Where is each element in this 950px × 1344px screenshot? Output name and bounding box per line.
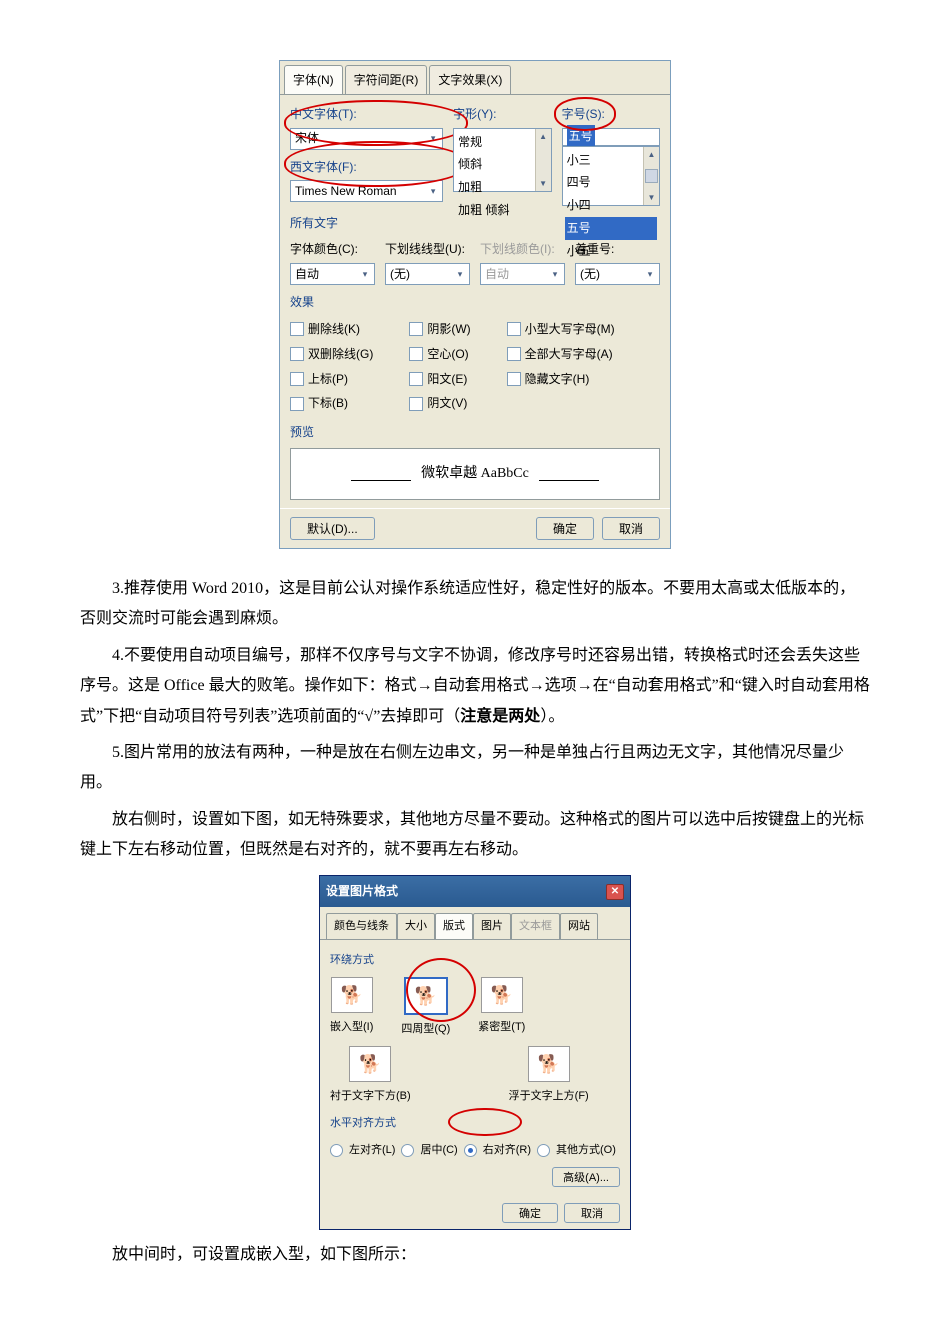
size-item[interactable]: 小五 xyxy=(565,240,657,263)
tab-web[interactable]: 网站 xyxy=(560,913,598,939)
cn-font-combo[interactable]: 宋体 ▾ xyxy=(290,128,443,150)
tab-color[interactable]: 颜色与线条 xyxy=(326,913,397,939)
cancel-button[interactable]: 取消 xyxy=(564,1203,620,1223)
radio-left[interactable] xyxy=(330,1144,343,1157)
label-font-color: 字体颜色(C): xyxy=(290,238,375,261)
wrap-tight-icon: 🐕 xyxy=(481,977,523,1013)
label-style: 字形(Y): xyxy=(453,103,551,126)
advanced-button[interactable]: 高级(A)... xyxy=(552,1167,620,1187)
dialog-title: 设置图片格式 xyxy=(326,880,398,903)
underline-combo[interactable]: (无) ▾ xyxy=(385,263,470,285)
en-font-combo[interactable]: Times New Roman ▾ xyxy=(290,180,443,202)
cancel-button[interactable]: 取消 xyxy=(602,517,660,540)
check-outline[interactable]: 空心(O) xyxy=(409,343,470,366)
chevron-down-icon: ▾ xyxy=(426,184,440,198)
wrap-behind-icon: 🐕 xyxy=(349,1046,391,1082)
check-shadow[interactable]: 阴影(W) xyxy=(409,318,470,341)
radio-right[interactable] xyxy=(464,1144,477,1157)
section-preview-title: 预览 xyxy=(290,421,660,444)
tab-font[interactable]: 字体(N) xyxy=(284,65,343,95)
chevron-down-icon: ▾ xyxy=(426,132,440,146)
label-underline: 下划线线型(U): xyxy=(385,238,470,261)
label-cn-font: 中文字体(T): xyxy=(290,103,443,126)
size-selected: 五号 xyxy=(567,125,595,148)
paragraph-5: 5.图片常用的放法有两种，一种是放在右侧左边串文，另一种是单独占行且两边无文字，… xyxy=(80,738,870,799)
scroll-thumb[interactable] xyxy=(645,169,658,183)
cn-font-value: 宋体 xyxy=(295,127,319,150)
wrap-behind[interactable]: 🐕 衬于文字下方(B) xyxy=(330,1046,411,1107)
scroll-up-icon[interactable]: ▲ xyxy=(644,147,659,162)
underline-value: (无) xyxy=(390,263,410,286)
check-allcaps[interactable]: 全部大写字母(A) xyxy=(507,343,615,366)
wrap-inline[interactable]: 🐕 嵌入型(I) xyxy=(330,977,373,1040)
chevron-down-icon: ▾ xyxy=(453,267,467,281)
pic-dialog-tabs: 颜色与线条 大小 版式 图片 文本框 网站 xyxy=(320,907,630,939)
check-hidden[interactable]: 隐藏文字(H) xyxy=(507,368,615,391)
check-engrave[interactable]: 阴文(V) xyxy=(409,392,470,415)
font-dialog-tabs: 字体(N) 字符间距(R) 文字效果(X) xyxy=(280,61,670,95)
check-sub[interactable]: 下标(B) xyxy=(290,392,373,415)
underline-color-value: 自动 xyxy=(485,263,509,286)
tab-layout[interactable]: 版式 xyxy=(435,913,473,939)
style-listbox[interactable]: 常规 倾斜 加粗 加粗 倾斜 ▲ ▼ xyxy=(453,128,551,192)
tab-textbox: 文本框 xyxy=(511,913,560,939)
wrap-square-icon: 🐕 xyxy=(404,977,448,1015)
check-emboss[interactable]: 阳文(E) xyxy=(409,368,470,391)
tab-effects[interactable]: 文字效果(X) xyxy=(429,65,511,95)
scroll-down-icon[interactable]: ▼ xyxy=(644,190,659,205)
wrap-front-icon: 🐕 xyxy=(528,1046,570,1082)
radio-other[interactable] xyxy=(537,1144,550,1157)
scrollbar[interactable]: ▲ ▼ xyxy=(643,147,659,205)
size-listbox[interactable]: 小三 四号 小四 五号 小五 ▲ ▼ xyxy=(562,146,660,206)
font-color-value: 自动 xyxy=(295,263,319,286)
dialog-titlebar: 设置图片格式 ✕ xyxy=(320,876,630,907)
chevron-down-icon: ▾ xyxy=(548,267,562,281)
check-strike[interactable]: 删除线(K) xyxy=(290,318,373,341)
underline-color-combo: 自动 ▾ xyxy=(480,263,565,285)
wrap-square[interactable]: 🐕 四周型(Q) xyxy=(401,977,450,1040)
wrap-group-label: 环绕方式 xyxy=(330,950,620,971)
align-row: 左对齐(L) 居中(C) 右对齐(R) 其他方式(O) xyxy=(330,1140,620,1161)
preview-box: 微软卓越 AaBbCc xyxy=(290,448,660,500)
label-underline-color: 下划线颜色(I): xyxy=(480,238,565,261)
emphasis-combo[interactable]: (无) ▾ xyxy=(575,263,660,285)
style-item[interactable]: 加粗 倾斜 xyxy=(456,199,548,222)
check-dblstrike[interactable]: 双删除线(G) xyxy=(290,343,373,366)
tab-spacing[interactable]: 字符间距(R) xyxy=(345,65,428,95)
tab-size[interactable]: 大小 xyxy=(397,913,435,939)
close-icon[interactable]: ✕ xyxy=(606,884,624,900)
wrap-tight[interactable]: 🐕 紧密型(T) xyxy=(478,977,525,1040)
ok-button[interactable]: 确定 xyxy=(536,517,594,540)
font-color-combo[interactable]: 自动 ▾ xyxy=(290,263,375,285)
emphasis-value: (无) xyxy=(580,263,600,286)
label-en-font: 西文字体(F): xyxy=(290,156,443,179)
picture-format-dialog: 设置图片格式 ✕ 颜色与线条 大小 版式 图片 文本框 网站 环绕方式 🐕 嵌入… xyxy=(319,875,631,1229)
paragraph-6: 放右侧时，设置如下图，如无特殊要求，其他地方尽量不要动。这种格式的图片可以选中后… xyxy=(80,805,870,866)
paragraph-4: 4.不要使用自动项目编号，那样不仅序号与文字不协调，修改序号时还容易出错，转换格… xyxy=(80,641,870,732)
chevron-down-icon: ▾ xyxy=(643,267,657,281)
check-sup[interactable]: 上标(P) xyxy=(290,368,373,391)
scroll-up-icon[interactable]: ▲ xyxy=(536,129,551,144)
paragraph-3: 3.推荐使用 Word 2010，这是目前公认对操作系统适应性好，稳定性好的版本… xyxy=(80,574,870,635)
font-dialog: 字体(N) 字符间距(R) 文字效果(X) 中文字体(T): 宋体 ▾ 西文字体… xyxy=(279,60,671,549)
wrap-inline-icon: 🐕 xyxy=(331,977,373,1013)
size-item-selected[interactable]: 五号 xyxy=(565,217,657,240)
scroll-down-icon[interactable]: ▼ xyxy=(536,176,551,191)
ok-button[interactable]: 确定 xyxy=(502,1203,558,1223)
paragraph-7: 放中间时，可设置成嵌入型，如下图所示： xyxy=(80,1240,870,1270)
size-combo[interactable]: 五号 xyxy=(562,128,660,146)
radio-center[interactable] xyxy=(401,1144,414,1157)
section-effects-title: 效果 xyxy=(290,291,660,314)
wrap-front[interactable]: 🐕 浮于文字上方(F) xyxy=(509,1046,589,1107)
scrollbar[interactable]: ▲ ▼ xyxy=(535,129,551,191)
tab-pic[interactable]: 图片 xyxy=(473,913,511,939)
check-smallcaps[interactable]: 小型大写字母(M) xyxy=(507,318,615,341)
default-button[interactable]: 默认(D)... xyxy=(290,517,375,540)
preview-text: 微软卓越 AaBbCc xyxy=(421,461,529,488)
en-font-value: Times New Roman xyxy=(295,180,397,203)
chevron-down-icon: ▾ xyxy=(358,267,372,281)
label-size: 字号(S): xyxy=(562,103,660,126)
effects-checks: 删除线(K) 双删除线(G) 上标(P) 下标(B) 阴影(W) 空心(O) 阳… xyxy=(290,318,660,415)
align-group-label: 水平对齐方式 xyxy=(330,1113,620,1134)
